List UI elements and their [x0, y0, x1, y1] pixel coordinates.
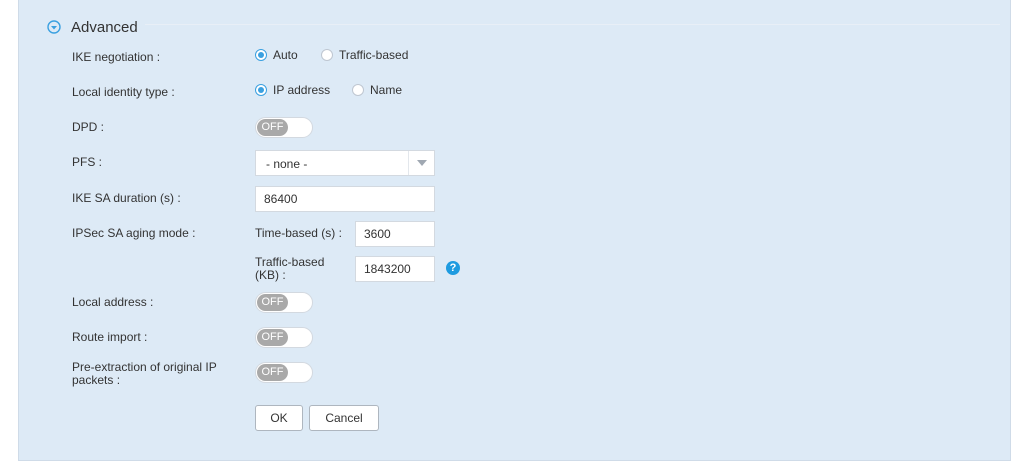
pfs-label: PFS :	[72, 155, 103, 169]
traffic-based-input[interactable]: 1843200	[355, 256, 435, 282]
cancel-button[interactable]: Cancel	[309, 405, 379, 431]
toggle-state: OFF	[257, 364, 288, 381]
traffic-based-label-line1: Traffic-based	[255, 255, 325, 269]
ike-sa-duration-label: IKE SA duration (s) :	[72, 191, 181, 205]
radio-button[interactable]	[255, 49, 267, 61]
toggle-state: OFF	[257, 329, 288, 346]
dpd-toggle[interactable]: OFF	[255, 117, 313, 138]
radio-button[interactable]	[255, 84, 267, 96]
dpd-label: DPD :	[72, 120, 105, 134]
pre-extraction-label-line1: Pre-extraction of original IP	[72, 360, 217, 374]
local-address-toggle[interactable]: OFF	[255, 292, 313, 313]
advanced-section-header[interactable]: Advanced	[47, 17, 138, 37]
pfs-select[interactable]: - none -	[255, 150, 435, 176]
ipsec-sa-aging-label: IPSec SA aging mode :	[72, 226, 196, 240]
advanced-title: Advanced	[71, 18, 138, 36]
traffic-based-label: Traffic-based (KB) :	[255, 256, 324, 282]
local-address-label: Local address :	[72, 295, 154, 309]
traffic-based-label-line2: (KB) :	[255, 268, 286, 282]
radio-ike-auto[interactable]: Auto	[255, 48, 298, 62]
pre-extraction-label-line2: packets :	[72, 373, 121, 387]
ike-sa-duration-input[interactable]: 86400	[255, 186, 435, 212]
chevron-down-circle-icon[interactable]	[47, 20, 61, 34]
radio-label: Auto	[273, 48, 298, 62]
radio-label: Name	[370, 83, 403, 97]
radio-label: Traffic-based	[339, 48, 409, 62]
help-icon[interactable]: ?	[446, 261, 460, 275]
section-divider	[145, 24, 1000, 25]
pfs-selected-value: - none -	[266, 157, 308, 171]
radio-identity-name[interactable]: Name	[352, 83, 402, 97]
route-import-toggle[interactable]: OFF	[255, 327, 313, 348]
ike-negotiation-label: IKE negotiation :	[72, 50, 161, 64]
dropdown-toggle[interactable]	[408, 151, 434, 175]
route-import-label: Route import :	[72, 330, 148, 344]
ok-button[interactable]: OK	[255, 405, 303, 431]
time-based-label: Time-based (s) :	[255, 226, 342, 240]
toggle-state: OFF	[257, 294, 288, 311]
radio-label: IP address	[273, 83, 331, 97]
radio-button[interactable]	[352, 84, 364, 96]
chevron-down-icon	[417, 160, 427, 166]
radio-identity-ip-address[interactable]: IP address	[255, 83, 330, 97]
pre-extraction-label: Pre-extraction of original IP packets :	[72, 361, 217, 387]
time-based-input[interactable]: 3600	[355, 221, 435, 247]
toggle-state: OFF	[257, 119, 288, 136]
local-identity-label: Local identity type :	[72, 85, 175, 99]
radio-ike-traffic-based[interactable]: Traffic-based	[321, 48, 408, 62]
pre-extraction-toggle[interactable]: OFF	[255, 362, 313, 383]
radio-button[interactable]	[321, 49, 333, 61]
